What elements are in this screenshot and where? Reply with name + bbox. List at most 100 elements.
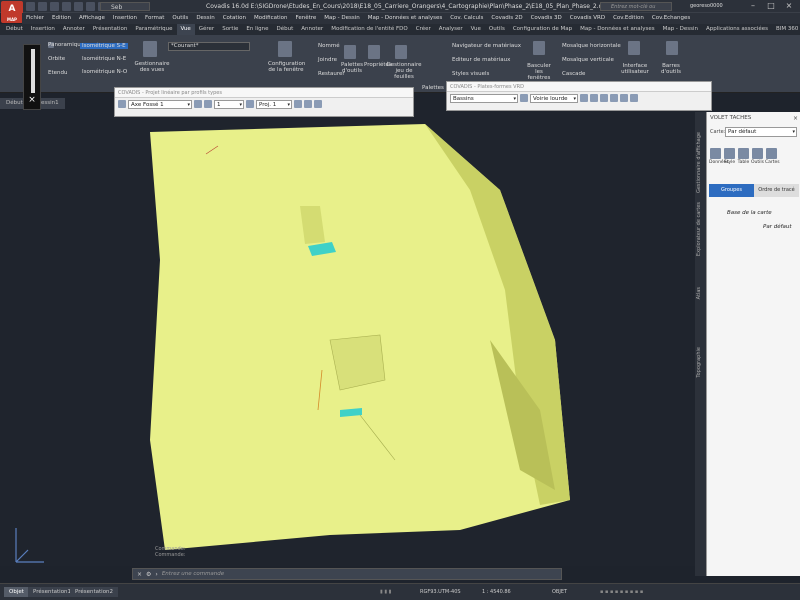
style-tool[interactable]: Style — [723, 148, 736, 165]
platform-type-combo[interactable]: Bassins — [450, 93, 518, 103]
menu-item[interactable]: Fenêtre — [292, 13, 321, 24]
close-icon[interactable]: × — [137, 571, 142, 578]
print-icon[interactable] — [74, 2, 83, 11]
navigation-bar[interactable]: × — [23, 44, 41, 110]
close-icon[interactable]: × — [793, 115, 798, 122]
profile-list-icon[interactable] — [204, 100, 212, 108]
platform-tool1-icon[interactable] — [580, 94, 588, 102]
profile-tool-icon[interactable] — [194, 100, 202, 108]
axe-combo[interactable]: Axe Fossé 1 — [128, 99, 192, 109]
new-icon[interactable] — [26, 2, 35, 11]
ribbon-tab[interactable]: Gérer — [195, 24, 218, 35]
app-logo-button[interactable]: A MAP — [1, 1, 23, 23]
ribbon-tab[interactable]: Sortie — [218, 24, 242, 35]
sheet-set-button[interactable]: Gestionnaire jeu de feuilles — [386, 62, 422, 80]
menu-item[interactable]: Edition — [48, 13, 75, 24]
command-input[interactable]: Entrez une commande — [162, 571, 224, 577]
profile-edit-icon[interactable] — [294, 100, 302, 108]
ribbon-tab[interactable]: Début — [2, 24, 27, 35]
topography-tab[interactable]: Topographie — [696, 347, 705, 378]
platform-tool4-icon[interactable] — [610, 94, 618, 102]
layout-tab-presentation2[interactable]: Présentation2 — [70, 587, 119, 597]
menu-item[interactable]: Covadis 3D — [527, 13, 566, 24]
visual-styles-button[interactable]: Styles visuels — [452, 71, 489, 77]
coordinate-system[interactable]: RGF93.UTM-40S — [420, 589, 461, 595]
menu-item[interactable]: Insertion — [109, 13, 141, 24]
platform-tool6-icon[interactable] — [630, 94, 638, 102]
ribbon-tab[interactable]: Configuration de Map — [509, 24, 576, 35]
ribbon-tab[interactable]: Analyser — [435, 24, 467, 35]
viewport-config-button[interactable]: Configuration de la fenêtre — [268, 61, 305, 73]
menu-item[interactable]: Cov.Echanges — [648, 13, 694, 24]
tile-vertical-button[interactable]: Mosaïque verticale — [562, 57, 614, 63]
iso-ne-button[interactable]: Isométrique N-E — [82, 56, 126, 62]
wrench-icon[interactable]: ⚙ — [146, 571, 151, 578]
maps-tool[interactable]: Cartes — [765, 148, 780, 165]
platform-tool2-icon[interactable] — [590, 94, 598, 102]
iso-se-button[interactable]: Isométrique S-E — [80, 43, 128, 49]
ribbon-tab[interactable]: Applications associées — [702, 24, 772, 35]
maximize-icon[interactable]: □ — [762, 0, 780, 12]
material-editor-button[interactable]: Editeur de matériaux — [452, 57, 510, 63]
ribbon-tab[interactable]: Annoter — [59, 24, 89, 35]
display-manager-tab[interactable]: Gestionnaire d'affichage — [696, 132, 705, 193]
profile-options-icon[interactable] — [314, 100, 322, 108]
profile-num-combo[interactable]: 1 — [214, 99, 244, 109]
toolbars-button[interactable]: Barres d'outils — [654, 63, 688, 75]
menu-item[interactable]: Dessin — [192, 13, 218, 24]
iso-no-button[interactable]: Isométrique N-O — [82, 69, 127, 75]
drawing-canvas[interactable]: × — [0, 44, 695, 566]
menu-item[interactable]: Affichage — [75, 13, 109, 24]
workspace-select[interactable]: Seb — [100, 2, 150, 11]
minimize-icon[interactable]: – — [744, 0, 762, 12]
layout-tab-presentation1[interactable]: Présentation1 — [28, 587, 77, 597]
search-input[interactable]: Entrez mot-clé ou expression — [600, 2, 672, 18]
map-explorer-tab[interactable]: Explorateur de cartes — [696, 202, 705, 256]
switch-windows-button[interactable]: Basculer les fenêtres — [524, 63, 554, 81]
platform-tool5-icon[interactable] — [620, 94, 628, 102]
platform-icon[interactable] — [520, 94, 528, 102]
data-tool[interactable]: Données — [709, 148, 729, 165]
ribbon-tab[interactable]: En ligne — [242, 24, 272, 35]
ribbon-tab[interactable]: Annoter — [297, 24, 327, 35]
profile-check-icon[interactable] — [304, 100, 312, 108]
menu-item[interactable]: Covadis VRD — [566, 13, 609, 24]
zoom-slider[interactable] — [31, 49, 35, 93]
close-icon[interactable]: × — [780, 0, 798, 12]
tab-groups[interactable]: Groupes — [709, 184, 754, 197]
panoramique-button[interactable]: Panoramique — [46, 42, 84, 48]
ribbon-tab[interactable]: BIM 360 — [772, 24, 800, 35]
project-combo[interactable]: Proj. 1 — [256, 99, 292, 109]
ribbon-tab[interactable]: Insertion — [27, 24, 59, 35]
ribbon-tab[interactable]: Créer — [412, 24, 435, 35]
tab-draw-order[interactable]: Ordre de tracé — [754, 184, 799, 197]
layout-tab-model[interactable]: Objet — [4, 587, 29, 597]
menu-item[interactable]: Outils — [168, 13, 192, 24]
profile-icon[interactable] — [118, 100, 126, 108]
user-interface-button[interactable]: Interface utilisateur — [620, 63, 650, 75]
etendu-button[interactable]: Etendu — [48, 70, 67, 76]
tile-horizontal-button[interactable]: Mosaïque horizontale — [562, 43, 621, 49]
platform-tool3-icon[interactable] — [600, 94, 608, 102]
ribbon-tab[interactable]: Map - Données et analyses — [576, 24, 658, 35]
orbite-button[interactable]: Orbite — [48, 56, 65, 62]
undo-icon[interactable] — [86, 2, 95, 11]
model-mode[interactable]: OBJET — [552, 589, 567, 595]
joindre-button[interactable]: Joindre — [318, 57, 337, 63]
atlas-tab[interactable]: Atlas — [696, 287, 705, 299]
map-combo[interactable]: Par défaut — [725, 127, 797, 137]
save-as-icon[interactable] — [62, 2, 71, 11]
menu-item[interactable]: Covadis 2D — [487, 13, 526, 24]
save-icon[interactable] — [50, 2, 59, 11]
tools-tool[interactable]: Outils — [751, 148, 764, 165]
ribbon-tab[interactable]: Vue — [467, 24, 485, 35]
user-name[interactable]: georeso0000 — [690, 3, 723, 9]
menu-item[interactable]: Modification — [250, 13, 292, 24]
view-manager-button[interactable]: Gestionnaire des vues — [132, 61, 172, 73]
ribbon-tab[interactable]: Paramétrique — [131, 24, 176, 35]
menu-item[interactable]: Map - Données et analyses — [364, 13, 446, 24]
command-line[interactable]: × ⚙ › Entrez une commande — [132, 568, 562, 580]
menu-item[interactable]: Cotation — [219, 13, 250, 24]
ribbon-tab[interactable]: Outils — [485, 24, 509, 35]
ribbon-tab[interactable]: Présentation — [89, 24, 132, 35]
